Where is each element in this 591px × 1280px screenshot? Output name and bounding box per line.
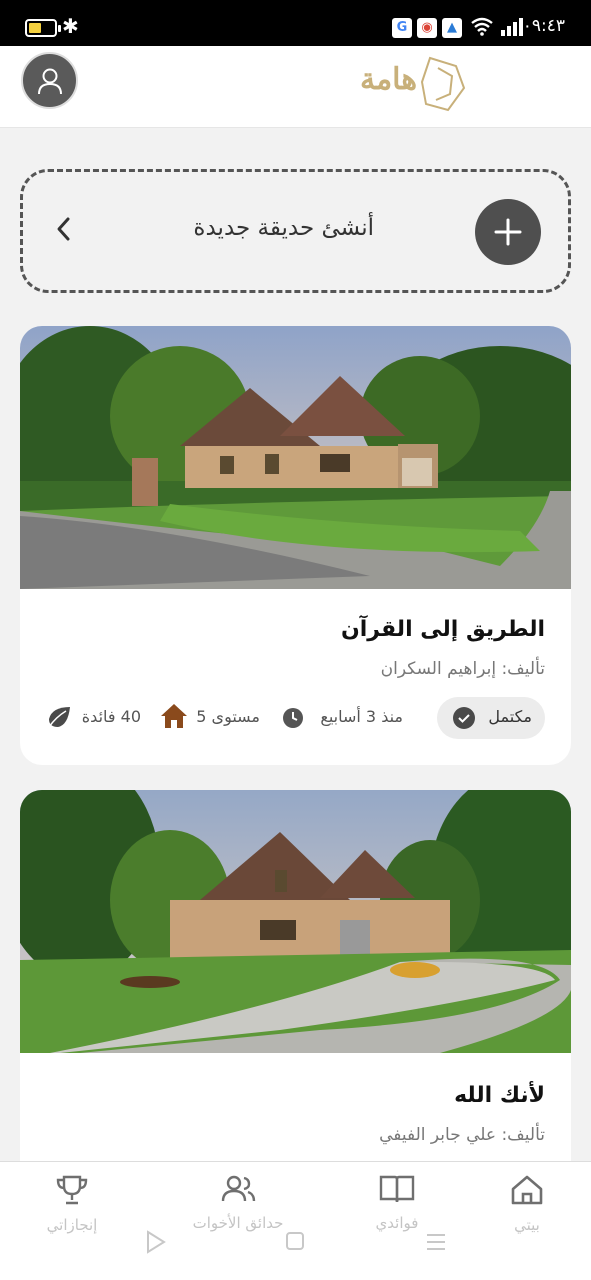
level: مستوى 5 <box>196 707 260 726</box>
garden-cover-image <box>20 326 571 589</box>
battery-icon <box>25 19 61 37</box>
wifi-icon <box>471 17 493 36</box>
bluetooth-icon: ✱ <box>62 14 79 38</box>
add-button[interactable] <box>475 199 541 265</box>
chrome-app-icon: ◉ <box>417 18 437 38</box>
nav-my-benefits-label: فوائدي <box>375 1214 419 1232</box>
trophy-icon <box>56 1175 88 1205</box>
chevron-left-icon <box>57 217 70 241</box>
nav-sisters-gardens[interactable]: حدائق الأخوات <box>178 1174 298 1232</box>
logo-text: هامة <box>360 62 418 97</box>
app-header: هامة <box>0 46 591 128</box>
status-bar: ✱ G ◉ ▲ ٠٩:٤٣ <box>0 0 591 46</box>
status-badge: مكتمل <box>437 697 545 739</box>
check-circle-icon <box>453 707 475 729</box>
nav-sisters-gardens-label: حدائق الأخوات <box>192 1214 284 1232</box>
book-icon <box>379 1175 415 1203</box>
signal-icon <box>501 18 523 36</box>
create-garden-label: أنشئ حديقة جديدة <box>193 215 374 241</box>
garden-card[interactable]: لأنك الله تأليف: علي جابر الفيفي <box>20 790 571 1190</box>
nav-achievements-label: إنجازاتي <box>46 1216 98 1234</box>
status-time: ٠٩:٤٣ <box>522 16 565 36</box>
google-app-icon: G <box>392 18 412 38</box>
garden-cover-image <box>20 790 571 1053</box>
garden-author: تأليف: إبراهيم السكران <box>380 659 545 679</box>
nav-achievements[interactable]: إنجازاتي <box>12 1174 132 1234</box>
user-icon <box>37 68 62 94</box>
time-ago: منذ 3 أسابيع <box>320 707 403 726</box>
garden-author: تأليف: علي جابر الفيفي <box>379 1125 545 1145</box>
status-label: مكتمل <box>488 707 532 726</box>
system-home-icon[interactable] <box>285 1231 305 1251</box>
house-icon <box>161 704 187 728</box>
garden-title: لأنك الله <box>454 1083 545 1108</box>
benefits-count: 40 فائدة <box>81 707 141 726</box>
users-icon <box>221 1175 256 1202</box>
download-app-icon: ▲ <box>442 18 462 38</box>
create-garden-button[interactable]: أنشئ حديقة جديدة <box>20 169 571 293</box>
leaf-icon <box>48 707 70 728</box>
garden-meta: مكتمل منذ 3 أسابيع مستوى 5 40 فائدة <box>20 697 571 739</box>
bottom-navigation: بيتي فوائدي حدائق الأخوات إنجازاتي <box>0 1161 591 1280</box>
garden-title: الطريق إلى القرآن <box>340 617 545 642</box>
home-icon <box>511 1175 543 1205</box>
profile-button[interactable] <box>21 52 78 109</box>
plus-icon <box>494 218 522 246</box>
system-menu-icon[interactable] <box>426 1232 446 1252</box>
clock-icon <box>283 708 303 728</box>
system-back-icon[interactable] <box>145 1230 167 1254</box>
garden-card[interactable]: الطريق إلى القرآن تأليف: إبراهيم السكران… <box>20 326 571 765</box>
nav-home-label: بيتي <box>514 1216 540 1234</box>
nav-my-benefits[interactable]: فوائدي <box>337 1174 457 1232</box>
nav-home[interactable]: بيتي <box>467 1174 587 1234</box>
app-logo: هامة <box>352 54 472 114</box>
